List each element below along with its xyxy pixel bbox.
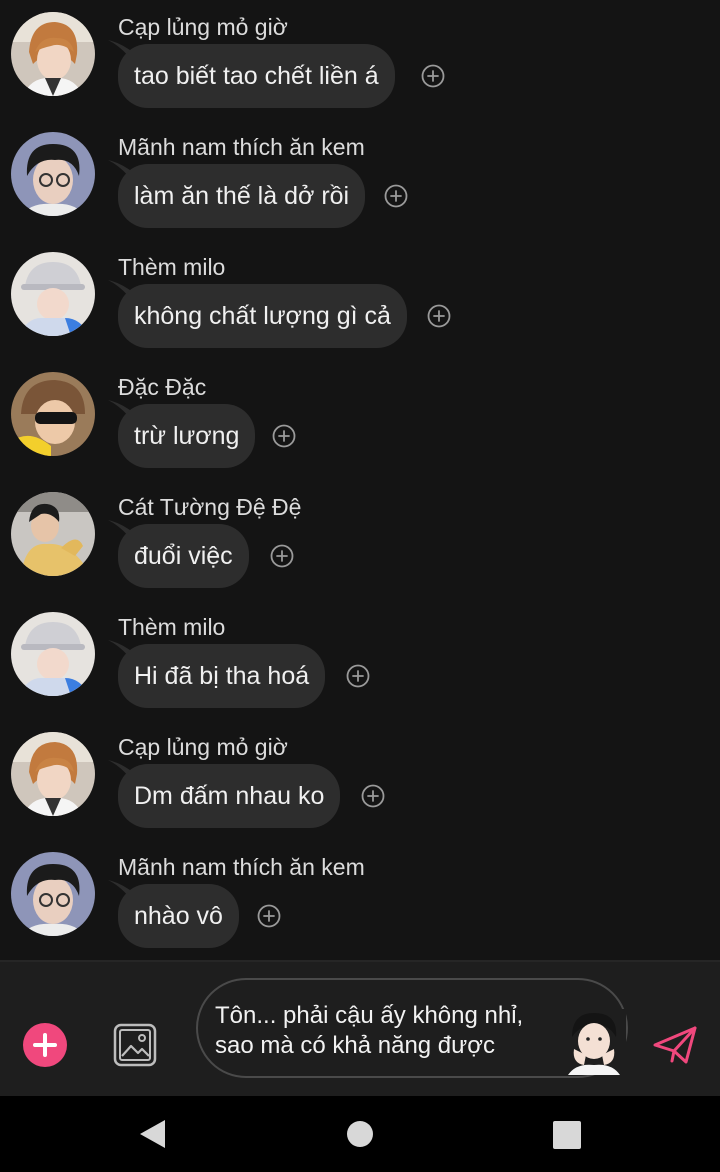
avatar-orange-hair-image <box>11 12 95 96</box>
sender-avatar[interactable] <box>11 12 95 96</box>
message-item: Cạp lủng mỏ giờ tao biết tao chết liền á <box>0 0 720 120</box>
add-reaction-icon[interactable] <box>361 784 385 808</box>
sender-avatar[interactable] <box>11 252 95 336</box>
message-item: Cát Tường Đệ Đệ đuổi việc <box>0 480 720 600</box>
avatar-bucket-hat-image <box>11 252 95 336</box>
message-bubble[interactable]: Dm đấm nhau ko <box>118 764 341 828</box>
add-reaction-icon[interactable] <box>346 664 370 688</box>
sender-avatar[interactable] <box>11 132 95 216</box>
add-reaction-icon[interactable] <box>257 904 281 928</box>
add-reaction-icon[interactable] <box>421 64 445 88</box>
sender-name: Thèm milo <box>118 614 226 640</box>
back-icon[interactable] <box>137 1118 167 1150</box>
sender-name: Mãnh nam thích ăn kem <box>118 854 365 880</box>
recent-apps-icon[interactable] <box>552 1121 582 1149</box>
sender-name: Cát Tường Đệ Đệ <box>118 494 302 520</box>
message-list[interactable]: Cạp lủng mỏ giờ tao biết tao chết liền á <box>0 0 720 960</box>
add-reaction-icon[interactable] <box>384 184 408 208</box>
message-input[interactable]: Tôn... phải cậu ấy không nhỉ, sao mà có … <box>196 978 628 1078</box>
message-input-text[interactable]: Tôn... phải cậu ấy không nhỉ, sao mà có … <box>215 1001 555 1061</box>
add-button[interactable] <box>23 1023 67 1067</box>
sender-name: Đặc Đặc <box>118 374 207 400</box>
message-item: Cạp lủng mỏ giờ Dm đấm nhau ko <box>0 720 720 840</box>
message-bubble[interactable]: không chất lượng gì cả <box>118 284 407 348</box>
add-reaction-icon[interactable] <box>272 424 296 448</box>
message-bubble[interactable]: trừ lương <box>118 404 256 468</box>
avatar-yellow-suit-image <box>11 492 95 576</box>
message-item: Thèm milo không chất lượng gì cả <box>0 240 720 360</box>
sender-name: Cạp lủng mỏ giờ <box>118 14 288 40</box>
image-icon[interactable] <box>112 1022 158 1068</box>
avatar-bucket-hat-image <box>11 612 95 696</box>
avatar-orange-hair-image <box>11 732 95 816</box>
add-reaction-icon[interactable] <box>270 544 294 568</box>
message-bubble[interactable]: nhào vô <box>118 884 239 948</box>
message-item: Mãnh nam thích ăn kem làm ăn thế là dở r… <box>0 120 720 240</box>
home-icon[interactable] <box>346 1120 374 1148</box>
message-bubble[interactable]: Hi đã bị tha hoá <box>118 644 326 708</box>
message-bubble[interactable]: tao biết tao chết liền á <box>118 44 395 108</box>
sender-avatar[interactable] <box>11 732 95 816</box>
system-nav-bar <box>0 1096 720 1172</box>
message-item: Đặc Đặc trừ lương <box>0 360 720 480</box>
message-item: Thèm milo Hi đã bị tha hoá <box>0 600 720 720</box>
sender-avatar[interactable] <box>11 612 95 696</box>
plus-icon <box>33 1033 57 1057</box>
avatar-glasses-black-hair-image <box>11 852 95 936</box>
message-bubble[interactable]: đuổi việc <box>118 524 249 588</box>
sender-name: Thèm milo <box>118 254 226 280</box>
send-icon[interactable] <box>652 1025 698 1065</box>
avatar-glasses-black-hair-image <box>11 132 95 216</box>
sender-name: Cạp lủng mỏ giờ <box>118 734 288 760</box>
sender-avatar[interactable] <box>11 492 95 576</box>
message-bubble[interactable]: làm ăn thế là dở rồi <box>118 164 366 228</box>
chat-screen: Cạp lủng mỏ giờ tao biết tao chết liền á <box>0 0 720 1172</box>
sender-name: Mãnh nam thích ăn kem <box>118 134 365 160</box>
sender-avatar[interactable] <box>11 372 95 456</box>
message-item: Mãnh nam thích ăn kem nhào vô <box>0 840 720 960</box>
sticker-avatar[interactable] <box>562 1009 626 1075</box>
sender-avatar[interactable] <box>11 852 95 936</box>
composer-bar: Tôn... phải cậu ấy không nhỉ, sao mà có … <box>0 962 720 1096</box>
add-reaction-icon[interactable] <box>427 304 451 328</box>
avatar-sunglasses-yellow-image <box>11 372 95 456</box>
avatar-boy-hands-on-face-image <box>562 1009 626 1075</box>
